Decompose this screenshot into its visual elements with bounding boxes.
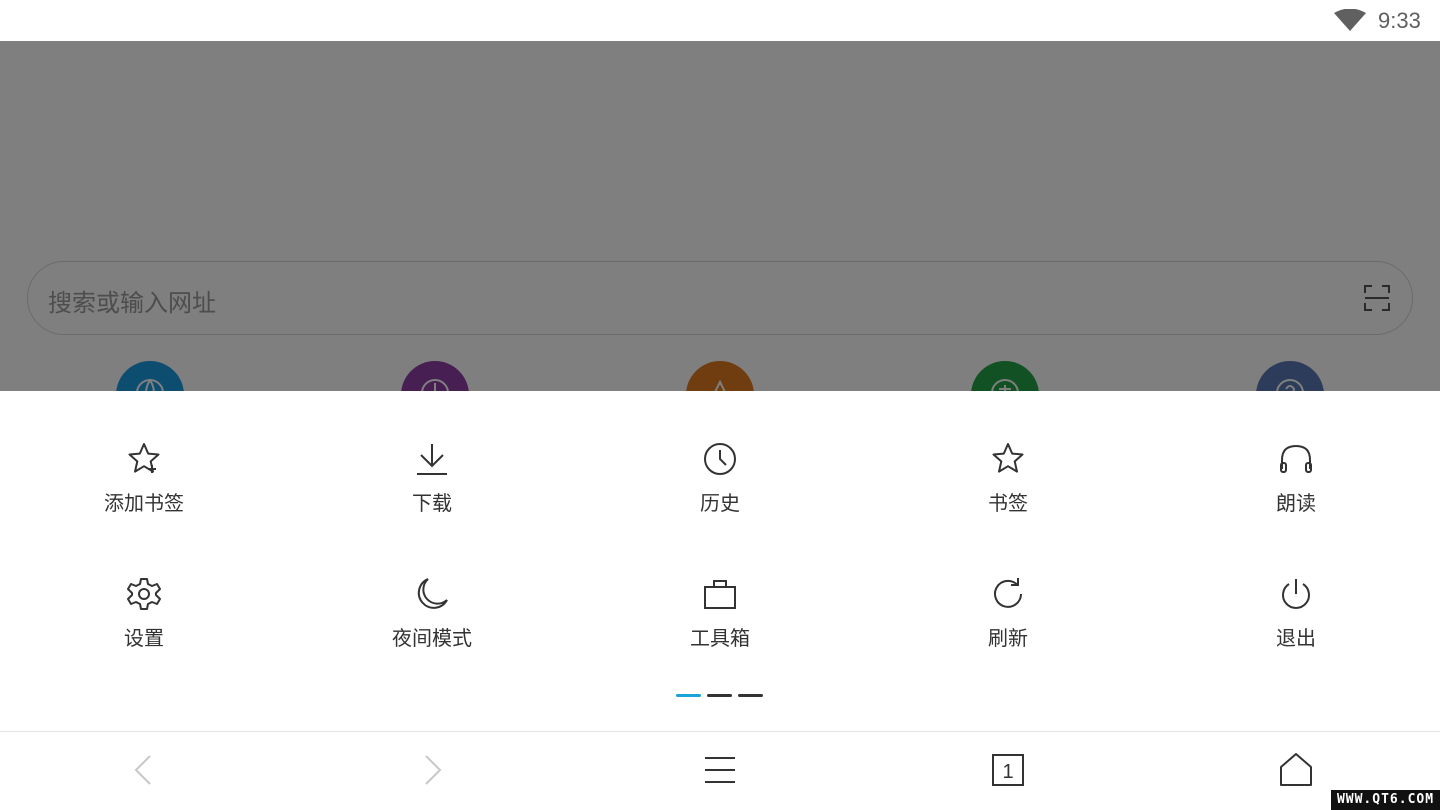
menu-exit[interactable]: 退出 [1196, 576, 1396, 686]
browser-home: 搜索或输入网址 [0, 41, 1440, 391]
menu-label: 历史 [700, 491, 740, 515]
moon-icon [417, 578, 448, 609]
status-bar: 9:33 [0, 0, 1440, 41]
menu-button[interactable] [690, 750, 750, 794]
page-indicator-dot[interactable] [707, 694, 732, 697]
wifi-icon [1334, 9, 1366, 31]
back-button[interactable] [114, 750, 174, 794]
download-icon [417, 444, 447, 475]
menu-add-bookmark[interactable]: 添加书签 [44, 441, 244, 551]
menu-refresh[interactable]: 刷新 [908, 576, 1108, 686]
menu-label: 刷新 [988, 626, 1028, 650]
tabs-icon: 1 [992, 754, 1024, 786]
menu-label: 书签 [988, 491, 1028, 515]
page-indicator-dot-active[interactable] [676, 694, 701, 697]
bottom-nav-bar: 1 [0, 731, 1440, 810]
home-button[interactable] [1266, 750, 1326, 794]
dim-overlay[interactable] [0, 41, 1440, 391]
chevron-right-icon [425, 755, 442, 785]
chevron-left-icon [134, 755, 151, 785]
menu-night-mode[interactable]: 夜间模式 [332, 576, 532, 686]
menu-label: 工具箱 [690, 626, 750, 650]
menu-label: 退出 [1276, 626, 1316, 650]
tabs-count: 1 [1002, 761, 1013, 783]
menu-label: 朗读 [1276, 491, 1316, 515]
menu-label: 夜间模式 [392, 626, 472, 650]
headphones-icon [1280, 444, 1312, 473]
menu-label: 设置 [124, 626, 164, 650]
forward-button[interactable] [402, 750, 462, 794]
hamburger-menu-icon [705, 757, 735, 783]
star-icon [992, 443, 1024, 473]
toolbox-icon [704, 580, 736, 609]
star-plus-icon [128, 443, 160, 473]
home-icon [1280, 753, 1312, 786]
page-indicator [676, 694, 766, 700]
watermark: WWW.QT6.COM [1331, 790, 1440, 810]
menu-history[interactable]: 历史 [620, 441, 820, 551]
gear-icon [127, 578, 161, 610]
menu-download[interactable]: 下载 [332, 441, 532, 551]
page-indicator-dot[interactable] [738, 694, 763, 697]
menu-bookmarks[interactable]: 书签 [908, 441, 1108, 551]
menu-read-aloud[interactable]: 朗读 [1196, 441, 1396, 551]
tabs-button[interactable]: 1 [978, 750, 1038, 794]
power-icon [1282, 579, 1310, 609]
refresh-icon [994, 578, 1022, 608]
clock-icon [704, 443, 736, 475]
menu-label: 下载 [412, 491, 452, 515]
menu-label: 添加书签 [104, 491, 184, 515]
status-time: 9:33 [1378, 8, 1421, 33]
menu-settings[interactable]: 设置 [44, 576, 244, 686]
menu-toolbox[interactable]: 工具箱 [620, 576, 820, 686]
browser-menu-sheet: 添加书签 下载 历史 书签 朗读 设置 夜间模式 工具箱 刷新 退出 [0, 391, 1440, 731]
